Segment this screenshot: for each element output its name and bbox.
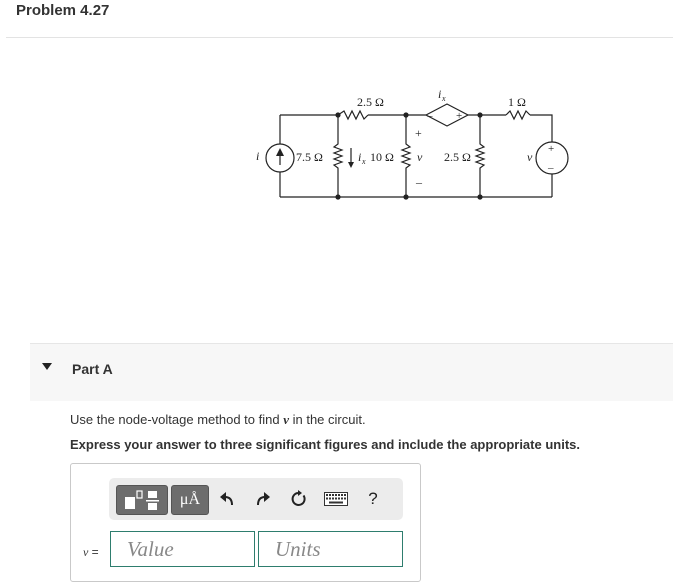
circuit-diagram: i 2.5 Ω i x 1 Ω – + 7.5 Ω i x 10 Ω + v –… [256,87,569,200]
answer-box: μÅ ? v = Value Units [70,463,421,582]
help-button[interactable]: ? [359,485,387,513]
value-input[interactable]: Value [110,531,255,567]
reset-button[interactable] [285,485,313,513]
units-button-label: μÅ [179,491,201,508]
label-dep-plus: + [456,110,462,122]
redo-icon [257,492,270,506]
source-arrow-icon [276,148,284,156]
caret-down-icon[interactable] [42,363,52,370]
label-dep-minus: – [426,110,433,122]
part-a-header[interactable]: Part A [30,343,673,401]
label-v-right: v [527,150,533,164]
label-r-25: 2.5 Ω [444,150,471,164]
label-ix-mid: i [358,150,361,164]
label-ix-mid-sub: x [361,157,366,166]
label-plus-mid: + [415,126,422,140]
templates-button[interactable] [116,485,168,515]
label-v-mid: v [417,150,423,164]
label-minus-right: – [547,162,554,174]
label-plus-right: + [548,143,554,155]
part-a-label: Part A [72,361,113,377]
keyboard-icon [324,492,348,506]
reset-icon [291,490,306,506]
label-minus-mid: – [415,175,423,189]
templates-icon [125,490,159,510]
ix-arrow-icon [348,162,354,168]
answer-equals: = [88,545,99,559]
problem-title: Problem 4.27 [16,2,110,19]
resistor-10 [400,115,412,197]
instruction-line-2: Express your answer to three significant… [70,437,580,452]
answer-variable-label: v = [83,545,99,560]
resistor-7-5 [332,115,344,197]
keyboard-button[interactable] [321,487,351,511]
instruction-line-1: Use the node-voltage method to find v in… [70,412,366,428]
undo-icon [220,492,233,506]
wire-top-right [530,114,553,142]
label-r-top-right: 1 Ω [508,95,526,109]
label-i-source: i [256,149,259,163]
label-r-top-left: 2.5 Ω [357,95,384,109]
help-button-label: ? [368,489,378,508]
undo-button[interactable] [213,485,241,513]
resistor-2-5-right [474,115,486,197]
resistor-1-top [505,109,531,121]
label-r-75: 7.5 Ω [296,150,323,164]
label-ix-top: i [438,87,441,101]
math-toolbar: μÅ ? [109,478,403,520]
units-button[interactable]: μÅ [171,485,209,515]
redo-button[interactable] [249,485,277,513]
label-ix-top-sub: x [441,94,446,103]
units-input[interactable]: Units [258,531,403,567]
resistor-2-5-top [337,109,369,121]
header-divider [6,37,673,38]
instruction-prefix: Use the node-voltage method to find [70,412,284,427]
instruction-suffix: in the circuit. [288,412,366,427]
label-r-10: 10 Ω [370,150,394,164]
